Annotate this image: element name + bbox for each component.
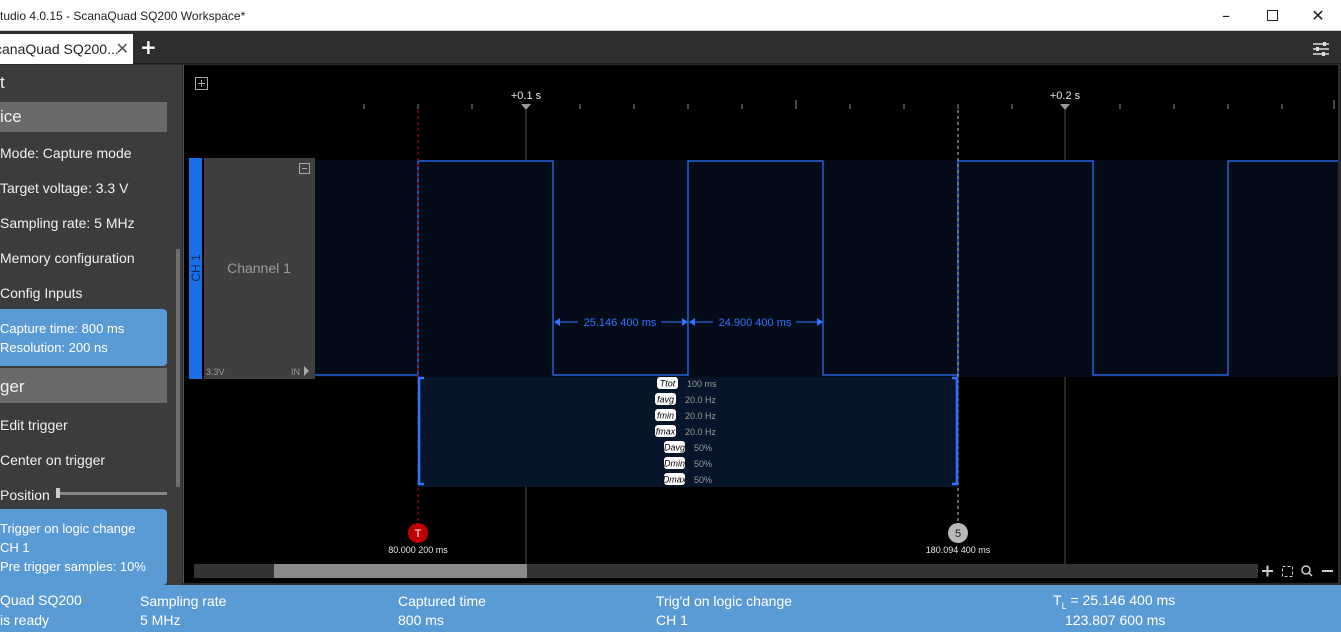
tick-label-0.2: +0.2 s	[1050, 90, 1081, 102]
status-sampling-label: Sampling rate	[140, 593, 227, 609]
tick-marker-0.2	[1060, 104, 1070, 110]
svg-text:favg: favg	[657, 395, 674, 405]
svg-text:50%: 50%	[694, 459, 712, 469]
maximize-icon[interactable]	[1249, 0, 1295, 31]
channel-input-label: IN	[291, 367, 300, 377]
trigger-time-label: 80.000 200 ms	[388, 545, 448, 555]
trigger-mode-text: Trigger on logic change	[0, 521, 136, 536]
stat-fmin: fmin 20.0 Hz	[655, 409, 717, 421]
tab-close-icon[interactable]: ✕	[116, 39, 129, 58]
sidebar-item-memory-configuration[interactable]: Memory configuration	[0, 250, 135, 266]
waveform-canvas[interactable]: +0.1 s +0.2 s CH 1 Channel 1 3.3V IN 25.…	[183, 65, 1338, 583]
svg-text:Davg: Davg	[664, 443, 685, 453]
trigger-channel-text: CH 1	[0, 540, 30, 555]
svg-text:Dmax: Dmax	[663, 475, 687, 485]
pre-trigger-text: Pre trigger samples: 10%	[0, 559, 146, 574]
stat-fmax: fmax 20.0 Hz	[655, 425, 717, 437]
cursor-marker-label: 5	[955, 528, 961, 540]
sidebar-section-top: t	[0, 73, 5, 92]
capture-time-text: Capture time: 800 ms	[0, 321, 125, 336]
sidebar-item-mode[interactable]: Mode: Capture mode	[0, 145, 132, 161]
tick-label-0.1: +0.1 s	[511, 90, 542, 102]
width-measure-1-label: 25.146 400 ms	[584, 317, 657, 329]
svg-text:Dmin: Dmin	[664, 459, 685, 469]
sidebar-item-center-on-trigger[interactable]: Center on trigger	[0, 452, 105, 468]
cursor-time-label: 180.094 400 ms	[926, 545, 991, 555]
svg-text:fmax: fmax	[656, 427, 676, 437]
sidebar-item-sampling-rate[interactable]: Sampling rate: 5 MHz	[0, 215, 135, 231]
channel-band	[315, 160, 1338, 377]
stat-favg: favg 20.0 Hz	[655, 393, 717, 405]
status-captured-value: 800 ms	[398, 612, 444, 628]
svg-text:50%: 50%	[694, 443, 712, 453]
status-bar: Quad SQ200 is ready Sampling rate 5 MHz …	[0, 585, 1341, 632]
trigger-marker-label: T	[415, 528, 422, 540]
settings-sliders-icon[interactable]	[1312, 40, 1330, 58]
expand-all-icon[interactable]	[195, 77, 208, 90]
status-tl-measure: TL = 25.146 400 ms	[1053, 592, 1175, 611]
title-bar: tudio 4.0.15 - ScanaQuad SQ200 Workspace…	[0, 0, 1341, 31]
svg-text:fmin: fmin	[657, 411, 674, 421]
minimize-icon[interactable]: –	[1203, 0, 1249, 31]
resolution-text: Resolution: 200 ns	[0, 340, 108, 355]
status-trigger-label: Trig'd on logic change	[656, 593, 793, 609]
zoom-in-icon[interactable]	[1262, 565, 1273, 577]
tab-label: canaQuad SQ200...	[0, 41, 119, 57]
status-tl-prefix: T	[1053, 592, 1062, 608]
sidebar-item-position: Position	[0, 487, 50, 503]
device-info-panel: Capture time: 800 ms Resolution: 200 ns	[0, 309, 167, 366]
sidebar-item-edit-trigger[interactable]: Edit trigger	[0, 417, 68, 433]
sidebar: t ice Mode: Capture mode Target voltage:…	[0, 65, 182, 585]
close-icon[interactable]: ✕	[1295, 0, 1341, 31]
fit-screen-icon[interactable]	[1282, 566, 1293, 577]
tick-marker-0.1	[521, 104, 531, 110]
status-device-state: is ready	[0, 612, 50, 628]
tab-workspace[interactable]: canaQuad SQ200... ✕	[0, 34, 133, 64]
stat-ttot: Ttot 100 ms	[657, 377, 717, 389]
tab-bar: canaQuad SQ200... ✕	[0, 31, 1341, 64]
time-ruler	[363, 100, 1335, 109]
svg-text:100 ms: 100 ms	[687, 379, 717, 389]
status-device-name: Quad SQ200	[0, 592, 82, 608]
trigger-info-panel: Trigger on logic change CH 1 Pre trigger…	[0, 509, 167, 585]
horizontal-scroll-thumb[interactable]	[274, 564, 527, 578]
add-tab-icon[interactable]: +	[140, 35, 157, 59]
device-header[interactable]: ice	[0, 102, 167, 132]
status-tl-value: = 25.146 400 ms	[1066, 592, 1176, 608]
status-sampling-value: 5 MHz	[140, 612, 181, 628]
position-slider-track[interactable]	[56, 492, 167, 495]
sidebar-item-target-voltage[interactable]: Target voltage: 3.3 V	[0, 180, 128, 196]
svg-text:20.0 Hz: 20.0 Hz	[685, 411, 717, 421]
svg-text:Ttot: Ttot	[660, 379, 676, 389]
sidebar-item-config-inputs[interactable]: Config Inputs	[0, 285, 83, 301]
width-measure-2-label: 24.900 400 ms	[719, 317, 792, 329]
sidebar-scrollbar[interactable]	[176, 249, 180, 487]
status-tl-value2: 123.807 600 ms	[1065, 612, 1166, 628]
window-title: tudio 4.0.15 - ScanaQuad SQ200 Workspace…	[0, 9, 246, 23]
svg-text:20.0 Hz: 20.0 Hz	[685, 427, 717, 437]
position-slider-thumb[interactable]	[56, 488, 60, 498]
status-trigger-value: CH 1	[656, 612, 688, 628]
channel-tag-label: CH 1	[189, 254, 203, 282]
status-captured-label: Captured time	[398, 593, 486, 609]
channel-name[interactable]: Channel 1	[227, 260, 291, 276]
zoom-search-icon[interactable]	[1301, 565, 1313, 577]
channel-voltage: 3.3V	[206, 367, 225, 377]
svg-text:20.0 Hz: 20.0 Hz	[685, 395, 717, 405]
trigger-header[interactable]: ger	[0, 368, 167, 403]
svg-text:50%: 50%	[694, 475, 712, 485]
